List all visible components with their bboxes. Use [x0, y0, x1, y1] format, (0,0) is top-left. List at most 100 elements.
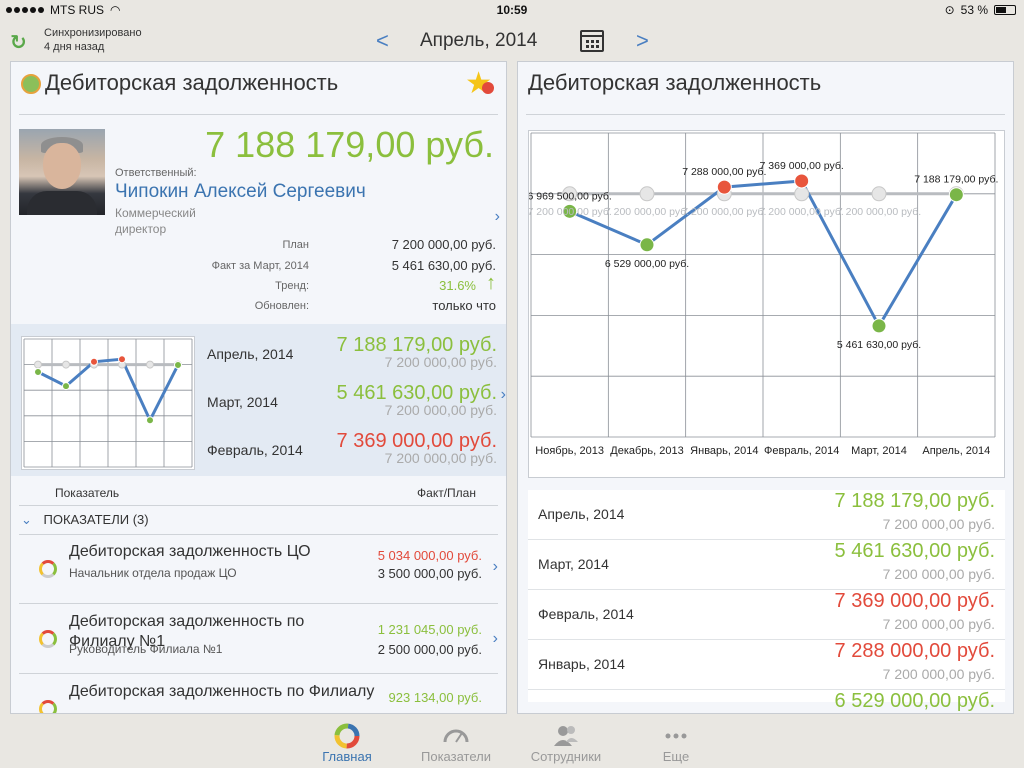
- tab-label: Показатели: [421, 749, 491, 764]
- actual-point: [794, 173, 810, 189]
- history-month: Апрель, 2014: [538, 506, 625, 522]
- data-label: 6 529 000,00 руб.: [605, 258, 689, 270]
- history-plan: 7 200 000,00 руб.: [882, 616, 995, 632]
- divider: [19, 534, 498, 535]
- plan-label: 7 200 000,00 руб.: [529, 206, 612, 218]
- plan-point: [34, 360, 42, 369]
- chart-panel: Дебиторская задолженность 6 969 500,00 р…: [517, 61, 1014, 714]
- history-row[interactable]: 6 529 000,00 руб.: [528, 690, 1005, 713]
- tab-more[interactable]: Еще: [626, 716, 726, 768]
- data-label: 7 288 000,00 руб.: [682, 166, 766, 178]
- data-label: 7 188 179,00 руб.: [914, 174, 998, 186]
- item-value: 923 134,00 руб.: [388, 690, 482, 705]
- actual-point: [639, 237, 655, 253]
- item-plan: 3 500 000,00 руб.: [377, 566, 482, 581]
- x-tick-label: Март, 2014: [851, 445, 907, 457]
- chevron-right-icon[interactable]: ›: [495, 208, 500, 226]
- column-fact-plan: Факт/План: [417, 486, 476, 500]
- more-icon: [665, 733, 687, 739]
- history-row[interactable]: Январь, 2014 7 288 000,00 руб. 7 200 000…: [528, 640, 1005, 690]
- gauge-icon: [39, 630, 57, 648]
- updated-value: только что: [432, 298, 496, 313]
- list-item[interactable]: Дебиторская задолженность по Филиалу 923…: [19, 676, 498, 713]
- history-plan: 7 200 000,00 руб.: [882, 516, 995, 532]
- plan-value: 7 200 000,00 руб.: [391, 237, 496, 252]
- divider: [526, 114, 1005, 115]
- history-value: 7 188 179,00 руб.: [834, 490, 995, 512]
- history-month: Февраль, 2014: [538, 606, 634, 622]
- tab-employees[interactable]: Сотрудники: [516, 716, 616, 768]
- tab-label: Главная: [322, 749, 372, 764]
- status-bar: MTS RUS ◠ 10:59 ⊙ 53 %: [0, 0, 1024, 20]
- fact-label: Факт за Март, 2014: [211, 260, 309, 272]
- tab-indicators[interactable]: Показатели: [406, 716, 506, 768]
- period-title: Апрель, 2014: [420, 30, 538, 51]
- actual-point: [146, 416, 154, 425]
- x-tick-label: Декабрь, 2013: [610, 445, 683, 457]
- remove-favorite-icon[interactable]: [482, 82, 494, 94]
- responsible-name[interactable]: Чипокин Алексей Сергеевич: [115, 181, 366, 203]
- fact-value: 5 461 630,00 руб.: [391, 258, 496, 273]
- history-summary[interactable]: Апрель, 2014 7 188 179,00 руб. 7 200 000…: [11, 324, 506, 476]
- plan-point: [794, 186, 810, 202]
- plan-label: План: [282, 239, 309, 251]
- plan-label: 7 200 000,00 руб.: [605, 206, 689, 218]
- history-row[interactable]: Февраль, 2014 7 369 000,00 руб. 7 200 00…: [528, 590, 1005, 640]
- chevron-right-icon[interactable]: >: [636, 28, 649, 54]
- calendar-icon[interactable]: [580, 30, 604, 52]
- chevron-right-icon[interactable]: ›: [493, 630, 498, 648]
- history-plan: 7 200 000,00 руб.: [882, 566, 995, 582]
- history-month: Март, 2014: [207, 394, 278, 410]
- chevron-left-icon[interactable]: <: [376, 28, 389, 54]
- history-month: Март, 2014: [538, 556, 609, 572]
- column-indicator: Показатель: [55, 486, 120, 500]
- history-month: Февраль, 2014: [207, 442, 303, 458]
- trend-up-arrow-icon: ↑: [486, 272, 496, 294]
- history-list: Апрель, 2014 7 188 179,00 руб. 7 200 000…: [528, 490, 1005, 712]
- history-value: 7 369 000,00 руб.: [834, 590, 995, 612]
- plan-label: 7 200 000,00 руб.: [682, 206, 766, 218]
- history-chart-svg: 6 969 500,00 руб. 6 529 000,00 руб. 7 288 …: [528, 132, 998, 457]
- actual-point: [118, 355, 126, 364]
- tab-bar: Главная Показатели Сотрудники Еще: [0, 716, 1024, 768]
- gauge-icon: [443, 729, 469, 743]
- plan-label: 7 200 000,00 руб.: [837, 206, 921, 218]
- list-item[interactable]: Дебиторская задолженность по Филиалу №1 …: [19, 606, 498, 674]
- responsible-label: Ответственный:: [115, 167, 197, 179]
- x-tick-label: Ноябрь, 2013: [535, 445, 604, 457]
- sync-icon[interactable]: ↻: [10, 30, 27, 55]
- gauge-icon: [39, 560, 57, 578]
- history-row[interactable]: Март, 2014 5 461 630,00 руб. 7 200 000,0…: [528, 540, 1005, 590]
- history-plan: 7 200 000,00 руб.: [384, 402, 497, 418]
- item-subtitle: Руководитель Филиала №1: [69, 642, 223, 656]
- panel-title: Дебиторская задолженность: [528, 70, 822, 95]
- tab-label: Еще: [662, 749, 690, 764]
- history-row[interactable]: Апрель, 2014 7 188 179,00 руб. 7 200 000…: [528, 490, 1005, 540]
- panel-title: Дебиторская задолженность: [45, 70, 339, 95]
- section-indicators[interactable]: ⌄ ПОКАЗАТЕЛИ (3): [21, 512, 149, 528]
- battery-icon: [994, 5, 1016, 15]
- item-subtitle: Начальник отдела продаж ЦО: [69, 566, 237, 580]
- history-chart: 6 969 500,00 руб. 6 529 000,00 руб. 7 288 …: [528, 130, 1005, 478]
- battery-percent: 53 %: [960, 3, 988, 17]
- tab-home[interactable]: Главная: [297, 716, 397, 768]
- data-label: 7 369 000,00 руб.: [760, 160, 844, 172]
- kpi-detail-panel: Дебиторская задолженность ★ 7 188 179,00…: [10, 61, 507, 714]
- data-label: 5 461 630,00 руб.: [837, 339, 921, 351]
- history-month: Январь, 2014: [538, 656, 625, 672]
- clock: 10:59: [496, 3, 528, 17]
- history-month: Апрель, 2014: [207, 346, 294, 362]
- actual-point: [871, 318, 887, 334]
- actual-point: [62, 382, 70, 391]
- list-item[interactable]: Дебиторская задолженность ЦО Начальник о…: [19, 536, 498, 604]
- history-plan: 7 200 000,00 руб.: [384, 450, 497, 466]
- list-header: Показатель Факт/План: [19, 482, 498, 506]
- item-value: 5 034 000,00 руб.: [377, 548, 482, 563]
- chevron-right-icon[interactable]: ›: [501, 386, 506, 404]
- chevron-right-icon[interactable]: ›: [493, 558, 498, 576]
- trend-value: 31.6%: [439, 278, 476, 293]
- plan-point: [639, 186, 655, 202]
- history-value: 5 461 630,00 руб.: [834, 540, 995, 562]
- actual-point: [716, 179, 732, 195]
- mini-chart: [21, 336, 195, 470]
